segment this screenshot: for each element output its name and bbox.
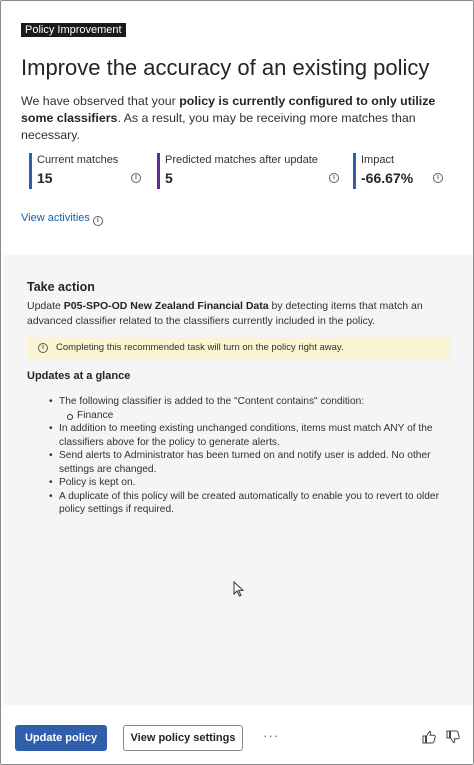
info-icon: i — [38, 343, 48, 353]
info-icon[interactable]: i — [329, 173, 339, 183]
metric-value: 15 — [37, 170, 53, 186]
metric-bar — [157, 153, 160, 189]
metric-value: -66.67% — [361, 170, 414, 186]
info-icon[interactable]: i — [92, 216, 103, 226]
take-action-title: Take action — [27, 280, 95, 294]
view-activities-label[interactable]: View activities — [21, 212, 90, 224]
metric-predicted-matches: Predicted matches after update 5 i — [157, 153, 339, 189]
metric-label: Current matches — [37, 154, 119, 166]
info-icon[interactable]: i — [131, 173, 141, 183]
metric-label: Impact — [361, 154, 395, 166]
metric-value: 5 — [165, 170, 173, 186]
info-icon[interactable]: i — [433, 173, 443, 183]
take-action-description: Update P05-SPO-OD New Zealand Financial … — [27, 299, 457, 329]
updates-list: The following classifier is added to the… — [49, 395, 459, 517]
metric-impact: Impact -66.67% i — [353, 153, 443, 189]
sub-list-item: Finance — [49, 409, 459, 423]
policy-improvement-tag: Policy Improvement — [21, 23, 126, 37]
updates-at-a-glance-title: Updates at a glance — [27, 370, 131, 382]
update-policy-button[interactable]: Update policy — [15, 725, 107, 751]
view-activities-link[interactable]: View activities i — [21, 211, 103, 226]
policy-name: P05-SPO-OD New Zealand Financial Data — [63, 300, 269, 312]
take-action-text-start: Update — [27, 300, 64, 312]
notice-text: Completing this recommended task will tu… — [56, 342, 344, 353]
metric-bar — [29, 153, 32, 189]
policy-improvement-panel: Policy Improvement Improve the accuracy … — [0, 0, 474, 765]
more-options-icon[interactable]: ··· — [263, 728, 279, 743]
list-item: A duplicate of this policy will be creat… — [49, 490, 459, 517]
thumbs-up-icon[interactable] — [421, 729, 437, 745]
page-title: Improve the accuracy of an existing poli… — [21, 55, 430, 80]
list-item: Send alerts to Administrator has been tu… — [49, 449, 459, 476]
metric-current-matches: Current matches 15 i — [29, 153, 141, 189]
list-item: In addition to meeting existing unchange… — [49, 422, 459, 449]
list-item: The following classifier is added to the… — [49, 395, 459, 409]
thumbs-down-icon[interactable] — [445, 729, 461, 745]
description-text-start: We have observed that your — [21, 94, 180, 108]
mouse-cursor-icon — [233, 581, 245, 597]
notice-banner: i Completing this recommended task will … — [28, 337, 450, 359]
view-policy-settings-button[interactable]: View policy settings — [123, 725, 243, 751]
metric-bar — [353, 153, 356, 189]
metrics-row: Current matches 15 i Predicted matches a… — [29, 153, 449, 193]
description: We have observed that your policy is cur… — [21, 93, 461, 144]
list-item: Policy is kept on. — [49, 476, 459, 490]
metric-label: Predicted matches after update — [165, 154, 318, 166]
